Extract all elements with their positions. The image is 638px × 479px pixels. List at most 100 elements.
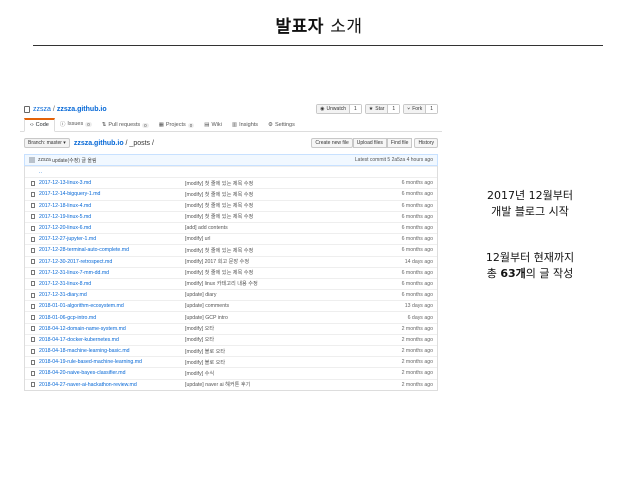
table-row[interactable]: 2017-12-13-linux-3.md [modify] 첫 줄에 있는 제목… xyxy=(25,177,437,188)
file-name-link[interactable]: 2018-04-20-naive-bayes-classifier.md xyxy=(39,370,179,376)
table-row[interactable]: 2018-04-19-rule-based-machine-learning.m… xyxy=(25,356,437,367)
file-name-link[interactable]: 2017-12-20-linux-6.md xyxy=(39,225,179,231)
file-name-link[interactable]: .. xyxy=(25,169,165,175)
table-row[interactable]: 2018-01-06-gcp-intro.md [update] GCP intr… xyxy=(25,311,437,322)
tab-code[interactable]: ‹› Code xyxy=(24,118,55,132)
table-row[interactable]: 2017-12-27-jupyter-1.md [modify] url 6 mon… xyxy=(25,233,437,244)
branch-selector[interactable]: Branch: master ▾ xyxy=(24,138,70,148)
fork-label: Fork xyxy=(412,106,423,112)
file-name-link[interactable]: 2017-12-13-linux-3.md xyxy=(39,180,179,186)
file-name-link[interactable]: 2018-04-18-machine-learning-basic.md xyxy=(39,348,179,354)
file-commit-message[interactable]: [modify] 수식 xyxy=(179,370,383,377)
file-name-link[interactable]: 2018-04-19-rule-based-machine-learning.m… xyxy=(39,359,179,365)
file-commit-message[interactable]: [add] add contents xyxy=(179,225,383,231)
table-row[interactable]: 2017-12-19-linux-5.md [modify] 첫 줄에 있는 제목… xyxy=(25,210,437,222)
file-name-link[interactable]: 2018-01-06-gcp-intro.md xyxy=(39,315,179,321)
file-commit-message[interactable]: [update] comments xyxy=(179,303,383,309)
table-row[interactable]: 2017-12-31-linux-8.md [modify] linux 카테고리… xyxy=(25,277,437,289)
file-commit-message[interactable]: [modify] 첫 줄에 있는 제목 수정 xyxy=(179,213,383,220)
file-commit-message[interactable]: [modify] 오타 xyxy=(179,336,383,343)
file-icon xyxy=(31,303,35,309)
file-name-link[interactable]: 2018-04-27-naver-ai-hackathon-review.md xyxy=(39,382,179,388)
file-name-link[interactable]: 2017-12-31-linux-7-mm-dd.md xyxy=(39,270,179,276)
create-new-file-button[interactable]: Create new file xyxy=(311,138,353,148)
avatar xyxy=(29,157,35,163)
file-icon xyxy=(31,337,35,343)
tab-projects[interactable]: ▦ Projects 0 xyxy=(154,120,200,131)
file-commit-message[interactable]: [modify] 첫 줄에 있는 제목 수정 xyxy=(179,202,383,209)
table-row[interactable]: 2017-12-18-linux-4.md [modify] 첫 줄에 있는 제목… xyxy=(25,199,437,211)
file-name-link[interactable]: 2017-12-31-linux-8.md xyxy=(39,281,179,287)
table-row[interactable]: 2017-12-20-linux-6.md [add] add contents 6… xyxy=(25,221,437,233)
file-commit-message[interactable]: [modify] 첫 줄에 있는 제목 수정 xyxy=(179,247,383,254)
table-row[interactable]: 2017-12-31-diary.md [update] diary 6 month… xyxy=(25,289,437,300)
tab-settings[interactable]: ⚙ Settings xyxy=(263,120,300,131)
breadcrumb-root-link[interactable]: zzsza.github.io xyxy=(74,140,124,147)
side-text-top: 2017년 12월부터 개발 블로그 시작 xyxy=(455,188,605,220)
table-row[interactable]: 2017-12-31-linux-7-mm-dd.md [modify] 첫 줄에… xyxy=(25,266,437,278)
table-row[interactable]: .. xyxy=(25,166,437,177)
file-name-link[interactable]: 2017-12-18-linux-4.md xyxy=(39,203,179,209)
tab-issues-badge: 0 xyxy=(85,121,92,127)
file-commit-message[interactable]: [modify] 블로 오타 xyxy=(179,348,383,355)
file-commit-message[interactable]: [modify] 첫 줄에 있는 제목 수정 xyxy=(179,269,383,276)
table-row[interactable]: 2018-01-01-algorithm-ecosystem.md [update… xyxy=(25,300,437,311)
table-row[interactable]: 2018-04-12-domain-name-system.md [modify]… xyxy=(25,322,437,334)
file-age: 6 months ago xyxy=(401,269,433,276)
file-name-link[interactable]: 2017-12-19-linux-5.md xyxy=(39,214,179,220)
file-commit-message[interactable]: [modify] linux 카테고리 내용 수정 xyxy=(179,280,383,287)
fork-button[interactable]: ⑂ Fork 1 xyxy=(403,104,438,114)
file-commit-message[interactable]: [update] naver ai 해커톤 후기 xyxy=(179,381,383,388)
tab-issues[interactable]: ⓘ Issues 0 xyxy=(55,118,97,131)
file-commit-message[interactable]: [modify] url xyxy=(179,236,383,242)
file-age: 6 months ago xyxy=(401,191,433,198)
commit-author[interactable]: zzsza xyxy=(38,157,51,163)
tab-insights[interactable]: ▥ Insights xyxy=(227,120,263,131)
commit-message[interactable]: update(수정) 글 올림 xyxy=(52,157,96,164)
file-age: 2 months ago xyxy=(401,348,433,355)
tab-wiki[interactable]: ▤ Wiki xyxy=(199,120,227,131)
code-icon: ‹› xyxy=(30,122,34,128)
file-name-link[interactable]: 2017-12-31-diary.md xyxy=(39,292,179,298)
file-commit-message[interactable]: [modify] 오타 xyxy=(179,325,383,332)
file-commit-message[interactable]: [modify] 2017 회고 문장 수정 xyxy=(179,258,383,265)
table-row[interactable]: 2018-04-27-naver-ai-hackathon-review.md[… xyxy=(25,378,437,390)
file-name-link[interactable]: 2018-04-12-domain-name-system.md xyxy=(39,326,179,332)
file-icon xyxy=(31,326,35,332)
tab-issues-label: Issues xyxy=(67,121,84,127)
table-row[interactable]: 2018-04-18-machine-learning-basic.md [mod… xyxy=(25,345,437,356)
repo-name-link[interactable]: zzsza.github.io xyxy=(57,106,107,113)
file-commit-message[interactable]: [modify] 첫 줄에 있는 제목 수정 xyxy=(179,191,383,198)
slide-title-rest: 소개 xyxy=(330,17,363,37)
file-name-link[interactable]: 2017-12-30-2017-retrospect.md xyxy=(39,259,179,265)
file-age: 2 months ago xyxy=(401,370,433,377)
title-divider xyxy=(33,45,603,46)
table-row[interactable]: 2017-12-14-bigquery-1.md [modify] 첫 줄에 있는… xyxy=(25,188,437,199)
file-name-link[interactable]: 2017-12-27-jupyter-1.md xyxy=(39,236,179,242)
table-row[interactable]: 2017-12-28-terminal-auto-complete.md [mod… xyxy=(25,244,437,255)
file-commit-message[interactable]: [modify] 블로 오타 xyxy=(179,359,383,366)
file-name-link[interactable]: 2018-01-01-algorithm-ecosystem.md xyxy=(39,303,179,309)
file-age: 6 months ago xyxy=(401,225,433,232)
file-icon xyxy=(31,214,35,220)
star-button[interactable]: ★ Star 1 xyxy=(364,104,401,114)
file-commit-message[interactable]: [modify] 첫 줄에 있는 제목 수정 xyxy=(179,180,383,187)
table-row[interactable]: 2018-04-20-naive-bayes-classifier.md [mod… xyxy=(25,367,437,378)
unwatch-button[interactable]: ◉ Unwatch 1 xyxy=(316,104,362,114)
file-name-link[interactable]: 2017-12-28-terminal-auto-complete.md xyxy=(39,247,179,253)
find-file-button[interactable]: Find file xyxy=(386,138,413,148)
file-commit-message[interactable]: [update] GCP intro xyxy=(179,315,383,321)
table-row[interactable]: 2017-12-30-2017-retrospect.md [modify] 20… xyxy=(25,255,437,267)
latest-commit[interactable]: Latest commit 5 2a5za 4 hours ago xyxy=(355,157,433,163)
file-name-link[interactable]: 2017-12-14-bigquery-1.md xyxy=(39,191,179,197)
file-age: 2 months ago xyxy=(401,336,433,343)
tab-pull-requests[interactable]: ⇅ Pull requests 0 xyxy=(97,120,154,131)
repo-owner-link[interactable]: zzsza xyxy=(33,106,51,113)
file-name-link[interactable]: 2018-04-17-docker-kubernetes.md xyxy=(39,337,179,343)
table-row[interactable]: 2018-04-17-docker-kubernetes.md [modify] … xyxy=(25,333,437,345)
file-commit-message[interactable]: [update] diary xyxy=(179,292,383,298)
side-text-bottom-line1: 12월부터 현재까지 xyxy=(485,251,575,264)
history-button[interactable]: History xyxy=(414,138,438,148)
tab-code-label: Code xyxy=(35,122,49,128)
upload-files-button[interactable]: Upload files xyxy=(352,138,387,148)
